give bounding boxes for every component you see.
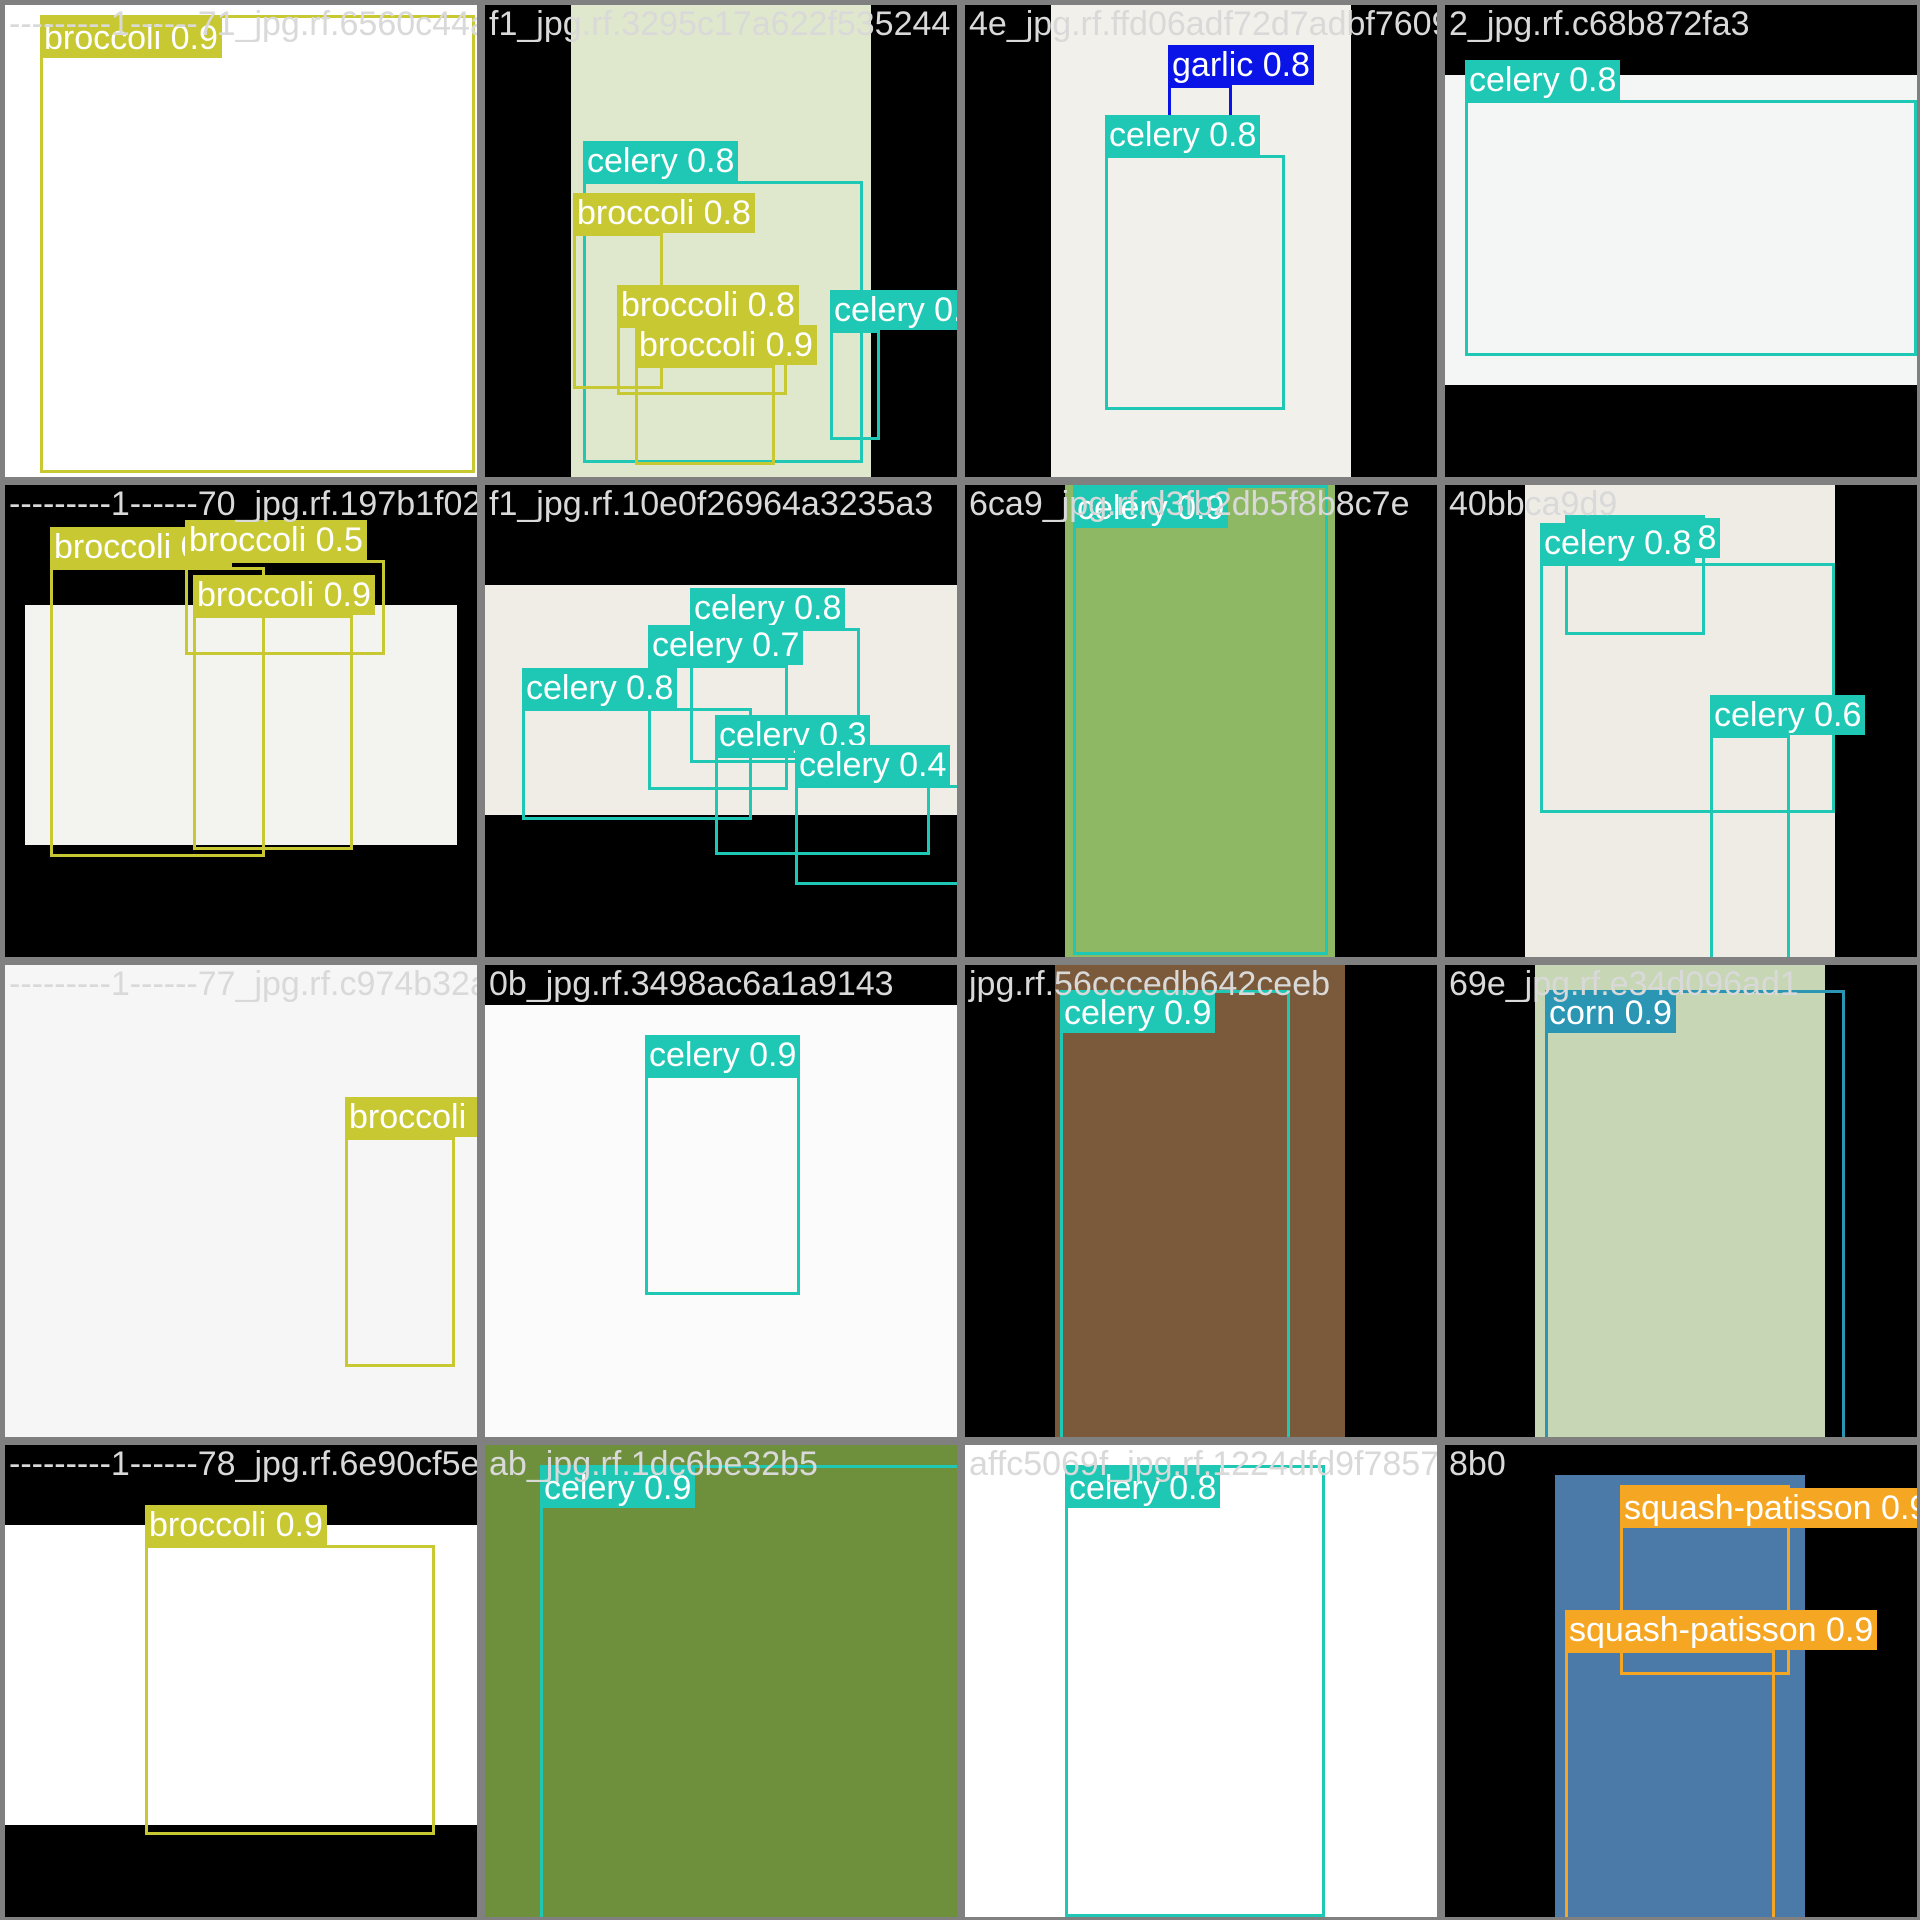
detection-label: corn 0.9 [1545, 993, 1676, 1033]
detection-box-celery: celery 0.9 [1060, 990, 1290, 1437]
detection-label: celery 0.8 [522, 668, 678, 708]
detection-box-corn: corn 0.9 [1545, 990, 1845, 1437]
detection-label: broccoli 0.9 [635, 325, 817, 365]
detection-box-squash-patisson: squash-patisson 0.9 [1565, 1610, 1878, 1917]
detection-label: celery 0.7 [648, 625, 804, 665]
image-tile: squash-patisson 0.9 squash-patisson 0.9 8b… [1445, 1445, 1917, 1917]
image-tile: broccoli 0.9 ---------1------78_jpg.rf.6e… [5, 1445, 477, 1917]
image-tile: celery 0.9 0b_jpg.rf.3498ac6a1a9143 [485, 965, 957, 1437]
detection-box-celery: celery 0.9 [540, 1465, 957, 1917]
image-tile: celery 0.8celery 0.8celery 0.640bbca9d9 [1445, 485, 1917, 957]
image-tile: celery 0.9 6ca9_jpg.rf.d3fb2db5f8b8c7e [965, 485, 1437, 957]
tile-filename: ---------1------78_jpg.rf.6e90cf5ed6fb2b [9, 1445, 477, 1483]
image-tile: celery 0.9 ab_jpg.rf.1dc6be32b5 [485, 1445, 957, 1917]
detection-box-broccoli: broccoli 0.9 [145, 1505, 435, 1835]
image-tile: broccoli 0.9 ---------1------71_jpg.rf.65… [5, 5, 477, 477]
image-tile: celery 0.8 celery 0.7 celery 0.8 celery 0.3… [485, 485, 957, 957]
detection-box-celery: celery 0.8 [1065, 1465, 1325, 1917]
detection-label: celery 0.8 [583, 141, 739, 181]
image-tile: celery 0.8 2_jpg.rf.c68b872fa3 [1445, 5, 1917, 477]
detection-box-broccoli: broccoli 0.9 [193, 575, 375, 850]
tile-filename: ---------1------70_jpg.rf.197b1f027f5d24 [9, 485, 477, 523]
tile-filename: f1_jpg.rf.10e0f26964a3235a3 [489, 485, 934, 523]
detection-label: celery 0.8 [1540, 523, 1696, 563]
detection-box-broccoli: broccoli 0.6 [345, 1097, 477, 1367]
detection-box-broccoli: broccoli 0.9 [40, 15, 475, 473]
detection-box-celery: celery 0.8 [1540, 523, 1835, 813]
detection-label: celery 0.9 [645, 1035, 801, 1075]
detection-label: broccoli 0.8 [617, 285, 799, 325]
detection-label: broccoli 0.8 [573, 193, 755, 233]
detection-label: celery 0.8 [1465, 60, 1621, 100]
detection-label: celery 0.9 [1060, 993, 1216, 1033]
detection-label: garlic 0.8 [1168, 45, 1314, 85]
detection-box-broccoli: broccoli 0.9 [635, 325, 817, 465]
detection-label: broccoli 0.9 [145, 1505, 327, 1545]
image-tile: celery 0.8 affc5069f_jpg.rf.1224dfd9f7857… [965, 1445, 1437, 1917]
detection-label: celery 0.8 [690, 588, 846, 628]
tile-filename: 0b_jpg.rf.3498ac6a1a9143 [489, 965, 894, 1003]
detection-label: celery 0.9 [540, 1468, 696, 1508]
image-tile: broccoli 0.8 broccoli 0.5 broccoli 0.9 ----… [5, 485, 477, 957]
detection-box-celery: celery 0.9 [645, 1035, 801, 1295]
image-tile: broccoli 0.6---------1------77_jpg.rf.c9… [5, 965, 477, 1437]
detection-label: squash-patisson 0.9 [1565, 1610, 1878, 1650]
detection-box-celery: celery 0.6 [830, 290, 957, 440]
detection-box-celery: celery 0.8 [1465, 60, 1917, 356]
tile-filename: 2_jpg.rf.c68b872fa3 [1449, 5, 1750, 43]
tile-filename: 8b0 [1449, 1445, 1506, 1483]
detection-label: celery 0.9 [1073, 488, 1229, 528]
image-tile: celery 0.8 broccoli 0.8 broccoli 0.8 celery… [485, 5, 957, 477]
detection-label: broccoli 0.9 [193, 575, 375, 615]
detection-label: celery 0.8 [1065, 1468, 1221, 1508]
detection-label: celery 0.6 [1710, 695, 1866, 735]
detection-label: broccoli 0.6 [345, 1097, 477, 1137]
detection-box-celery: celery 0.6 [1710, 695, 1866, 957]
image-tile: garlic 0.8 celery 0.8 4e_jpg.rf.ffd06adf72… [965, 5, 1437, 477]
image-tile: celery 0.9 jpg.rf.56cccedb642ceeb [965, 965, 1437, 1437]
detection-label: squash-patisson 0.9 [1620, 1488, 1917, 1528]
detection-label: celery 0.6 [830, 290, 957, 330]
detection-box-celery: celery 0.4 [795, 745, 957, 885]
detection-label: broccoli 0.9 [40, 18, 222, 58]
image-tile: corn 0.9 69e_jpg.rf.e34d096ad1 [1445, 965, 1917, 1437]
detection-label: broccoli 0.5 [185, 520, 367, 560]
detection-box-celery: celery 0.8 [1105, 115, 1285, 410]
detection-box-celery: celery 0.9 [1073, 485, 1328, 955]
mosaic-grid: broccoli 0.9 ---------1------71_jpg.rf.65… [0, 0, 1920, 1920]
detection-label: celery 0.8 [1105, 115, 1261, 155]
detection-label: celery 0.4 [795, 745, 951, 785]
